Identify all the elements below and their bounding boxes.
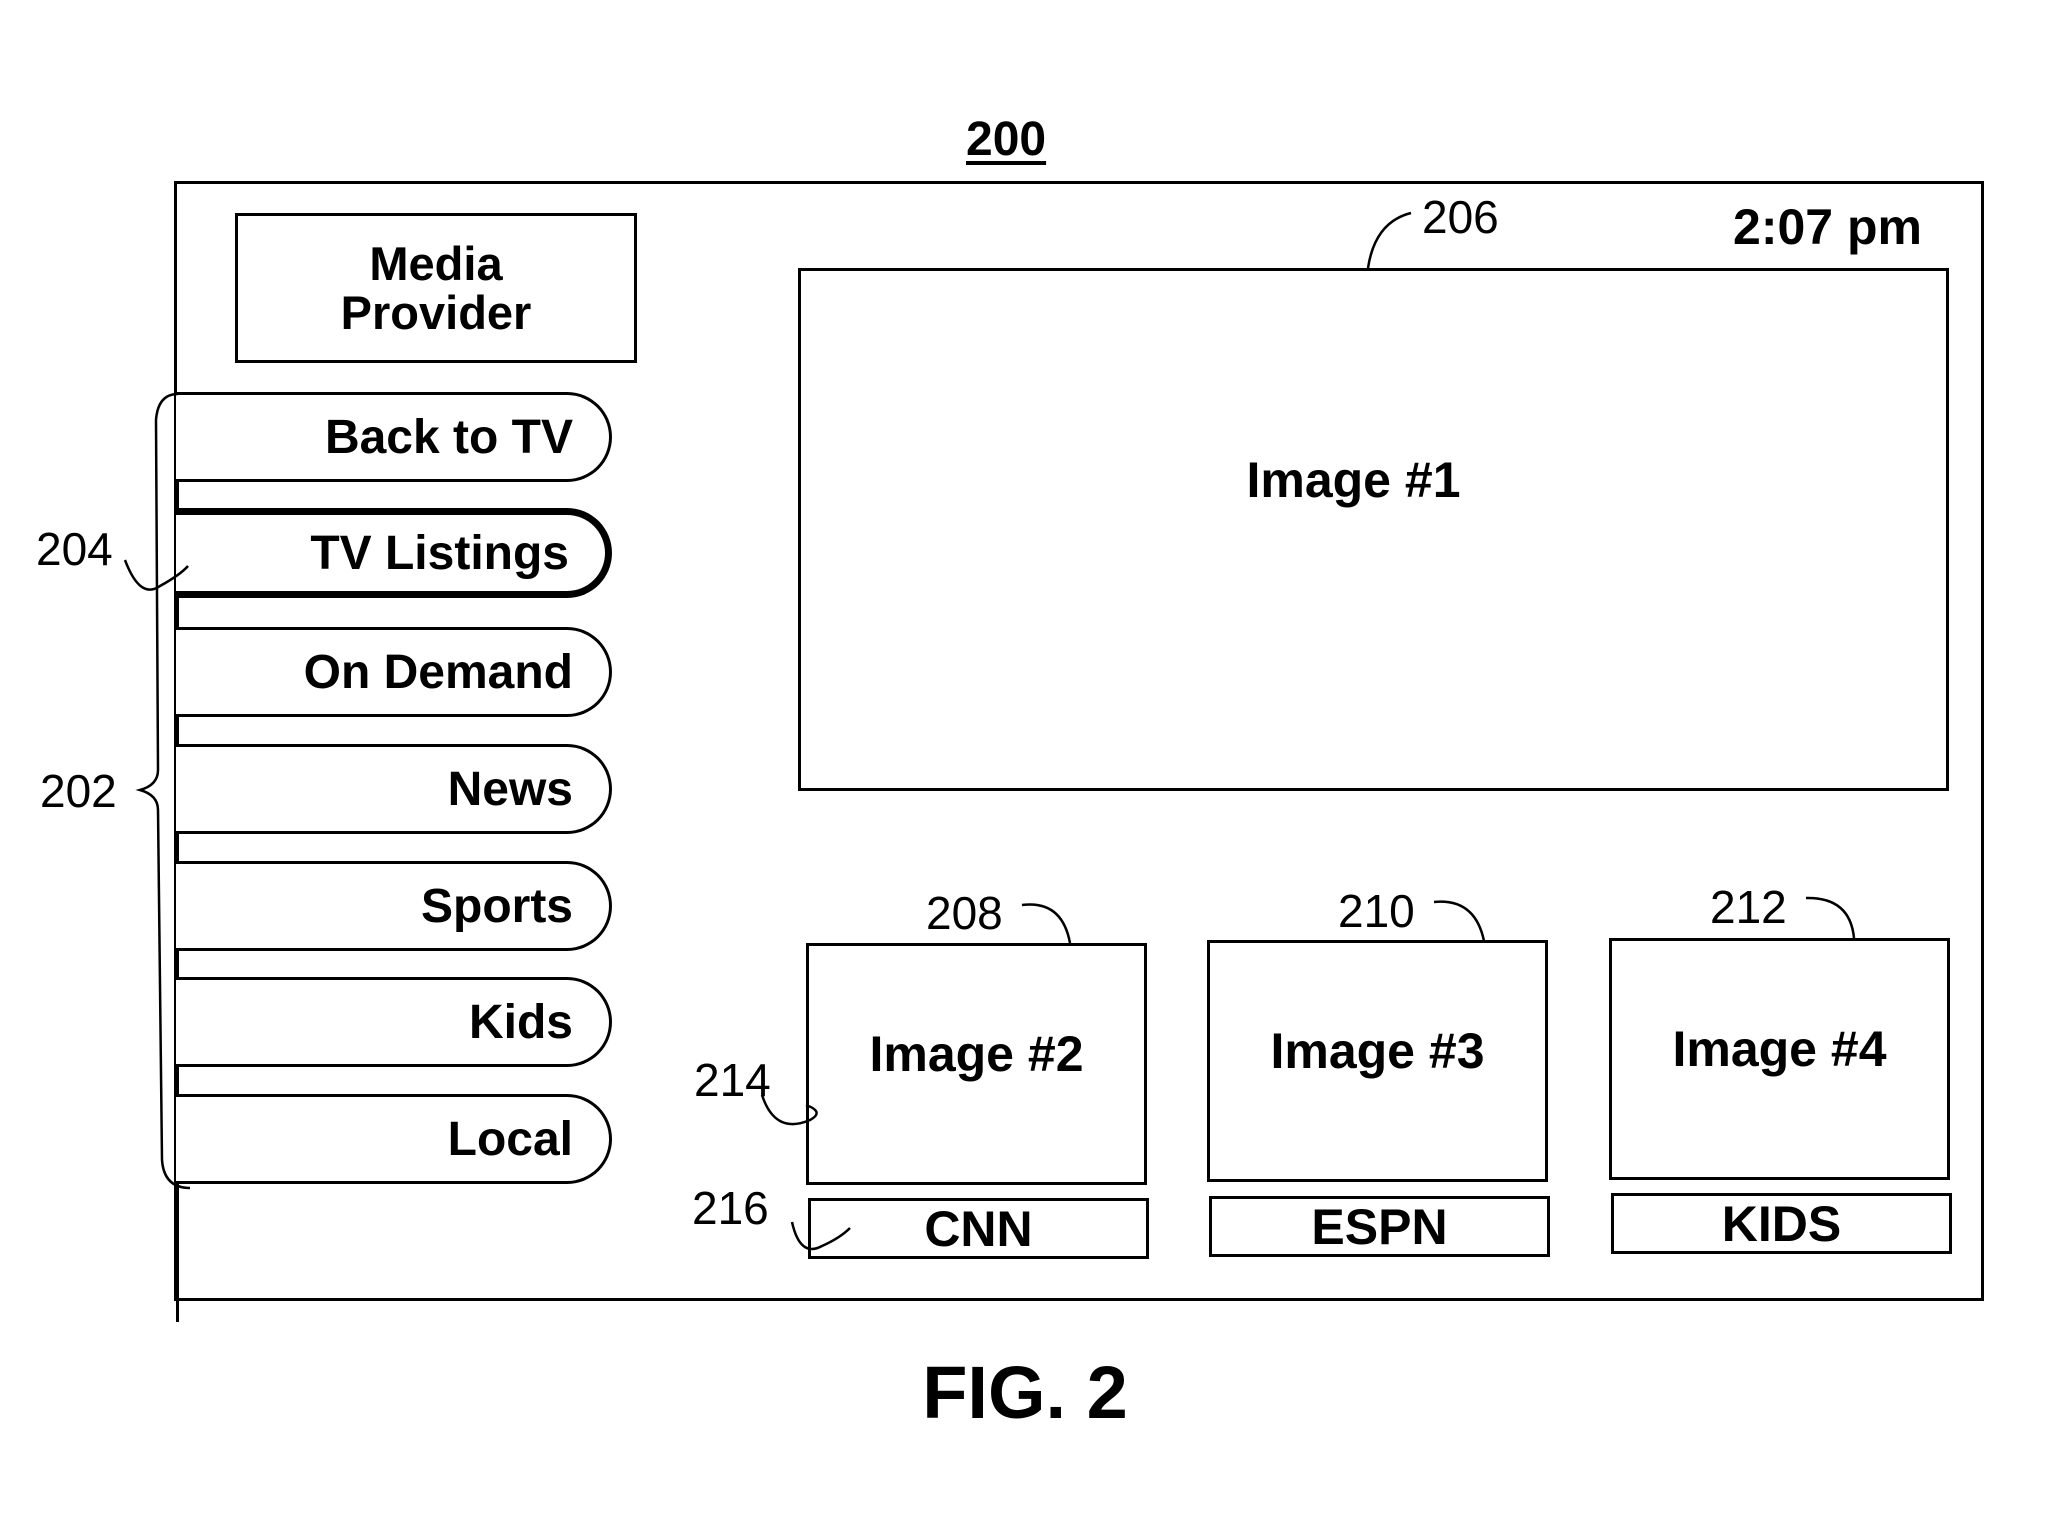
menu-item-label: Local: [447, 1112, 573, 1166]
ref-numeral-210: 210: [1338, 885, 1415, 937]
figure-caption: FIG. 2: [922, 1351, 1128, 1434]
thumbnail-label: Image #3: [1270, 1023, 1485, 1079]
menu-item-local[interactable]: Local: [176, 1094, 612, 1184]
thumbnail-3[interactable]: Image #4: [1609, 938, 1950, 1180]
thumbnail-1[interactable]: Image #2: [806, 943, 1147, 1185]
menu-item-label: TV Listings: [310, 526, 569, 580]
menu-item-label: Kids: [468, 995, 573, 1049]
channel-label-1[interactable]: CNN: [808, 1198, 1149, 1259]
menu-item-sports[interactable]: Sports: [176, 861, 612, 951]
ref-numeral-202: 202: [40, 765, 117, 817]
menu-item-tv-listings[interactable]: TV Listings: [176, 508, 612, 598]
main-image-panel[interactable]: Image #1: [798, 268, 1949, 791]
menu-item-label: Sports: [420, 879, 573, 933]
menu-item-label: News: [447, 762, 573, 816]
channel-label-2[interactable]: ESPN: [1209, 1196, 1550, 1257]
thumbnail-label: Image #2: [869, 1026, 1084, 1082]
menu-item-kids[interactable]: Kids: [176, 977, 612, 1067]
figure-number-label: 200: [966, 113, 1047, 166]
main-image-label: Image #1: [1246, 451, 1461, 508]
ref-numeral-214: 214: [694, 1054, 771, 1106]
ref-numeral-204: 204: [36, 523, 113, 575]
channel-name: ESPN: [1311, 1198, 1448, 1255]
menu-item-back-to-tv[interactable]: Back to TV: [176, 392, 612, 482]
thumbnail-2[interactable]: Image #3: [1207, 940, 1548, 1182]
menu-item-label: On Demand: [303, 645, 573, 699]
clock-display: 2:07 pm: [1733, 199, 1922, 255]
thumbnail-label: Image #4: [1672, 1021, 1887, 1077]
ref-numeral-216: 216: [692, 1182, 769, 1234]
channel-label-3[interactable]: KIDS: [1611, 1193, 1952, 1254]
channel-name: KIDS: [1721, 1195, 1842, 1252]
menu-item-label: Back to TV: [324, 410, 573, 464]
ref-numeral-206: 206: [1422, 191, 1499, 243]
ref-numeral-208: 208: [926, 887, 1003, 939]
media-provider-logo: Media Provider: [235, 213, 637, 363]
menu-item-news[interactable]: News: [176, 744, 612, 834]
ref-numeral-212: 212: [1710, 881, 1787, 933]
menu-item-on-demand[interactable]: On Demand: [176, 627, 612, 717]
channel-name: CNN: [924, 1200, 1033, 1257]
